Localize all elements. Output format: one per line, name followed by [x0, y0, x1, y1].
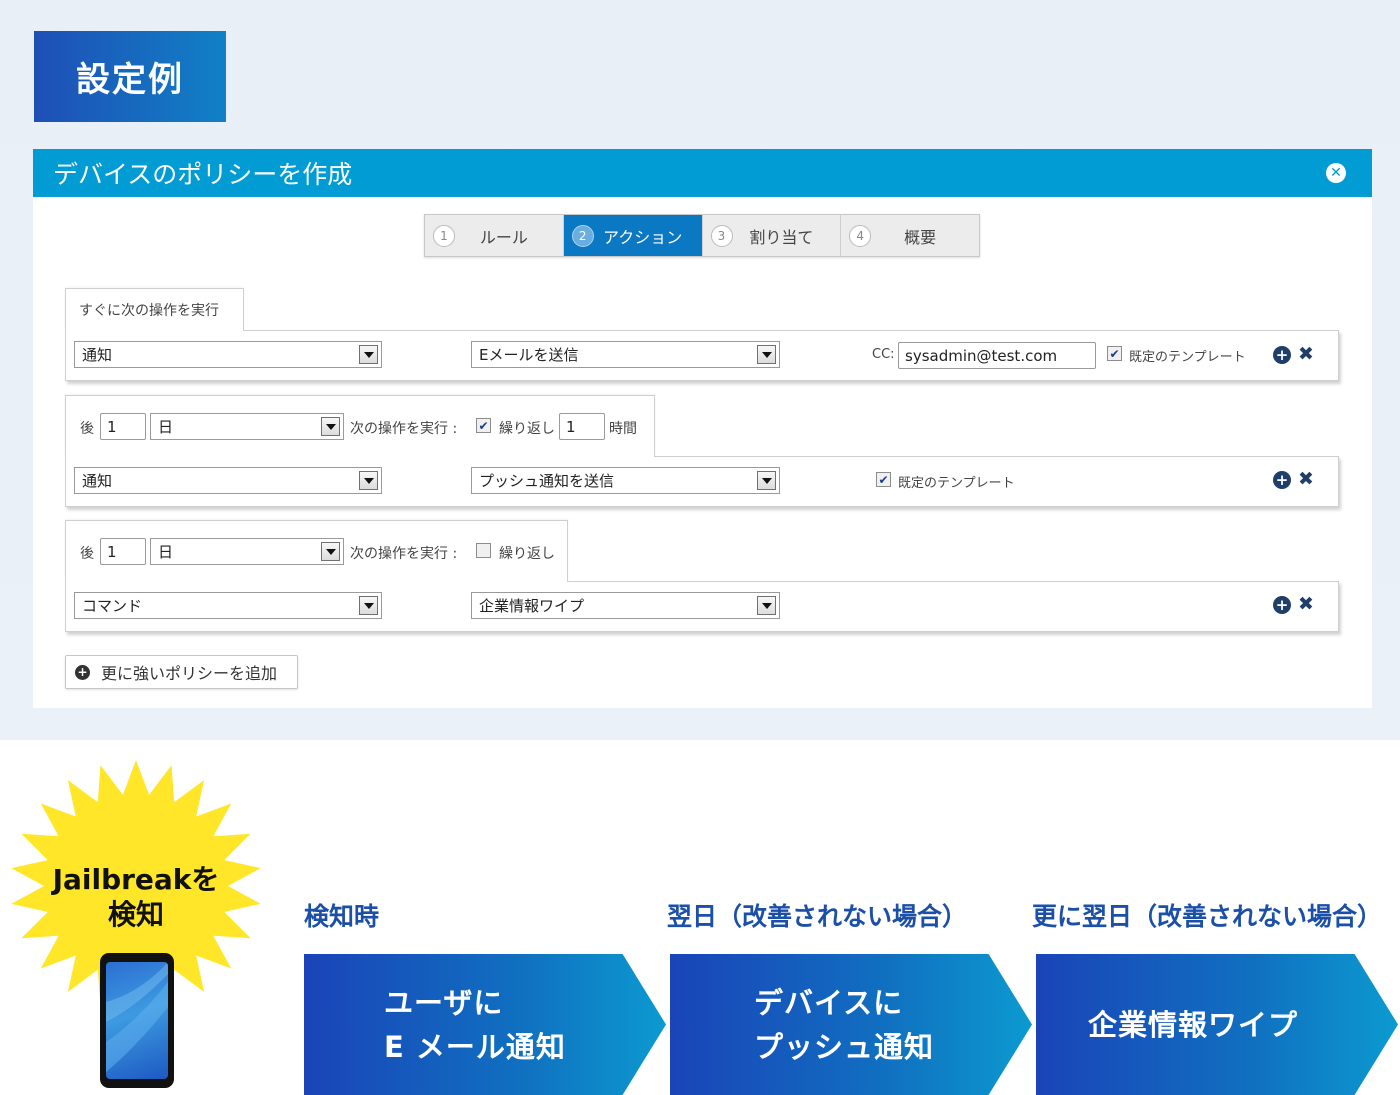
block2-tab: 後 1 日 次の操作を実行 : ✔ 繰り返し 1 時間 — [65, 395, 655, 457]
burst-line1: Jailbreakを — [52, 863, 220, 896]
next-action-label: 次の操作を実行 : — [350, 421, 458, 437]
select-value: Eメールを送信 — [479, 346, 579, 364]
after-value-input[interactable]: 1 — [100, 538, 146, 565]
step-rule[interactable]: 1 ルール — [425, 215, 564, 256]
step-label: ルール — [479, 227, 528, 247]
select-value: 日 — [158, 543, 174, 561]
block1-action-select[interactable]: Eメールを送信 — [471, 341, 780, 368]
chevron-down-icon — [757, 596, 776, 615]
select-value: 日 — [158, 418, 174, 436]
cc-email-input[interactable]: sysadmin@test.com — [898, 342, 1096, 369]
stage-arrow-2: デバイスに プッシュ通知 — [670, 954, 1032, 1095]
jailbreak-detect-text: Jailbreakを 検知 — [0, 862, 272, 932]
select-value: 通知 — [82, 346, 113, 364]
template-checkbox[interactable]: ✔ — [1107, 346, 1122, 361]
step-number: 3 — [710, 224, 733, 247]
block1-tab: すぐに次の操作を実行 — [65, 288, 244, 331]
select-value: コマンド — [82, 597, 143, 615]
repeat-checkbox[interactable]: ✔ — [476, 418, 491, 433]
after-label: 後 — [80, 546, 94, 562]
cc-label: CC: — [872, 347, 895, 362]
wizard-steps: 1 ルール 2 アクション 3 割り当て 4 概要 — [424, 214, 980, 257]
chevron-down-icon — [359, 471, 378, 490]
next-action-label: 次の操作を実行 : — [350, 546, 458, 562]
stage-title-3: 更に翌日（改善されない場合） — [1032, 902, 1383, 931]
repeat-value-input[interactable]: 1 — [559, 413, 605, 440]
chevron-down-icon — [757, 345, 776, 364]
burst-line2: 検知 — [107, 898, 164, 931]
repeat-checkbox[interactable] — [476, 543, 491, 558]
plus-circle-icon: + — [75, 664, 90, 680]
stage-text-1: ユーザに E メール通知 — [384, 982, 566, 1069]
after-label: 後 — [80, 421, 94, 437]
stage-title-1: 検知時 — [304, 902, 380, 931]
add-stronger-policy-button[interactable]: + 更に強いポリシーを追加 — [65, 655, 298, 689]
step-number: 1 — [433, 224, 455, 247]
block1-type-select[interactable]: 通知 — [74, 341, 382, 368]
section-heading: 設定例 — [34, 31, 226, 122]
unit-select[interactable]: 日 — [150, 413, 344, 440]
block3-action-select[interactable]: 企業情報ワイプ — [471, 592, 780, 619]
step-assign[interactable]: 3 割り当て — [703, 215, 842, 256]
step-label: 概要 — [904, 227, 937, 247]
select-value: 通知 — [82, 472, 113, 490]
chevron-down-icon — [757, 471, 776, 490]
remove-icon[interactable]: ✖ — [1297, 594, 1315, 613]
template-label: 既定のテンプレート — [898, 476, 1015, 491]
step-label: アクション — [603, 227, 683, 247]
dialog-title: デバイスのポリシーを作成 — [53, 160, 353, 189]
block2-row: 通知 プッシュ通知を送信 ✔ 既定のテンプレート + ✖ — [65, 456, 1339, 507]
chevron-down-icon — [359, 596, 378, 615]
add-icon[interactable]: + — [1273, 346, 1291, 364]
step-number: 4 — [849, 224, 872, 247]
add-icon[interactable]: + — [1273, 596, 1291, 614]
template-label: 既定のテンプレート — [1129, 350, 1246, 365]
repeat-label: 繰り返し — [499, 546, 555, 562]
remove-icon[interactable]: ✖ — [1297, 469, 1315, 488]
step-action[interactable]: 2 アクション — [563, 215, 703, 256]
stage-line1: ユーザに — [384, 986, 504, 1020]
chevron-down-icon — [359, 345, 378, 364]
repeat-label: 繰り返し — [499, 421, 555, 437]
step-number: 2 — [571, 224, 594, 247]
add-policy-label: 更に強いポリシーを追加 — [101, 664, 278, 683]
step-label: 割り当て — [749, 227, 814, 247]
block1-row: 通知 Eメールを送信 CC: sysadmin@test.com ✔ 既定のテン… — [65, 330, 1339, 381]
remove-icon[interactable]: ✖ — [1297, 344, 1315, 363]
add-icon[interactable]: + — [1273, 471, 1291, 489]
step-summary[interactable]: 4 概要 — [841, 215, 979, 256]
close-icon[interactable]: ✕ — [1326, 163, 1346, 183]
template-checkbox[interactable]: ✔ — [876, 472, 891, 487]
chevron-down-icon — [321, 542, 340, 561]
block2-action-select[interactable]: プッシュ通知を送信 — [471, 467, 780, 494]
stage-arrow-3: 企業情報ワイプ — [1036, 954, 1398, 1095]
select-value: 企業情報ワイプ — [479, 597, 585, 615]
stage-line1: 企業情報ワイプ — [1088, 1008, 1299, 1042]
stage-arrow-1: ユーザに E メール通知 — [304, 954, 666, 1095]
stage-line2: プッシュ通知 — [754, 1029, 935, 1064]
stage-title-2: 翌日（改善されない場合） — [667, 902, 968, 931]
block3-tab: 後 1 日 次の操作を実行 : 繰り返し — [65, 520, 568, 582]
stage-text-2: デバイスに プッシュ通知 — [754, 982, 934, 1069]
block3-row: コマンド 企業情報ワイプ + ✖ — [65, 581, 1339, 632]
repeat-unit-label: 時間 — [609, 421, 637, 437]
phone-screen — [106, 962, 168, 1079]
dialog-header: デバイスのポリシーを作成 ✕ — [33, 149, 1372, 197]
block2-type-select[interactable]: 通知 — [74, 467, 382, 494]
smartphone-icon — [100, 953, 174, 1088]
chevron-down-icon — [321, 417, 340, 436]
stage-line1: デバイスに — [754, 986, 904, 1020]
create-policy-dialog: デバイスのポリシーを作成 ✕ 1 ルール 2 アクション 3 割り当て 4 概要… — [33, 149, 1372, 708]
stage-line2: E メール通知 — [384, 1029, 566, 1064]
after-value-input[interactable]: 1 — [100, 413, 146, 440]
stage-text-3: 企業情報ワイプ — [1088, 1004, 1298, 1048]
block3-type-select[interactable]: コマンド — [74, 592, 382, 619]
select-value: プッシュ通知を送信 — [479, 472, 615, 490]
unit-select[interactable]: 日 — [150, 538, 344, 565]
